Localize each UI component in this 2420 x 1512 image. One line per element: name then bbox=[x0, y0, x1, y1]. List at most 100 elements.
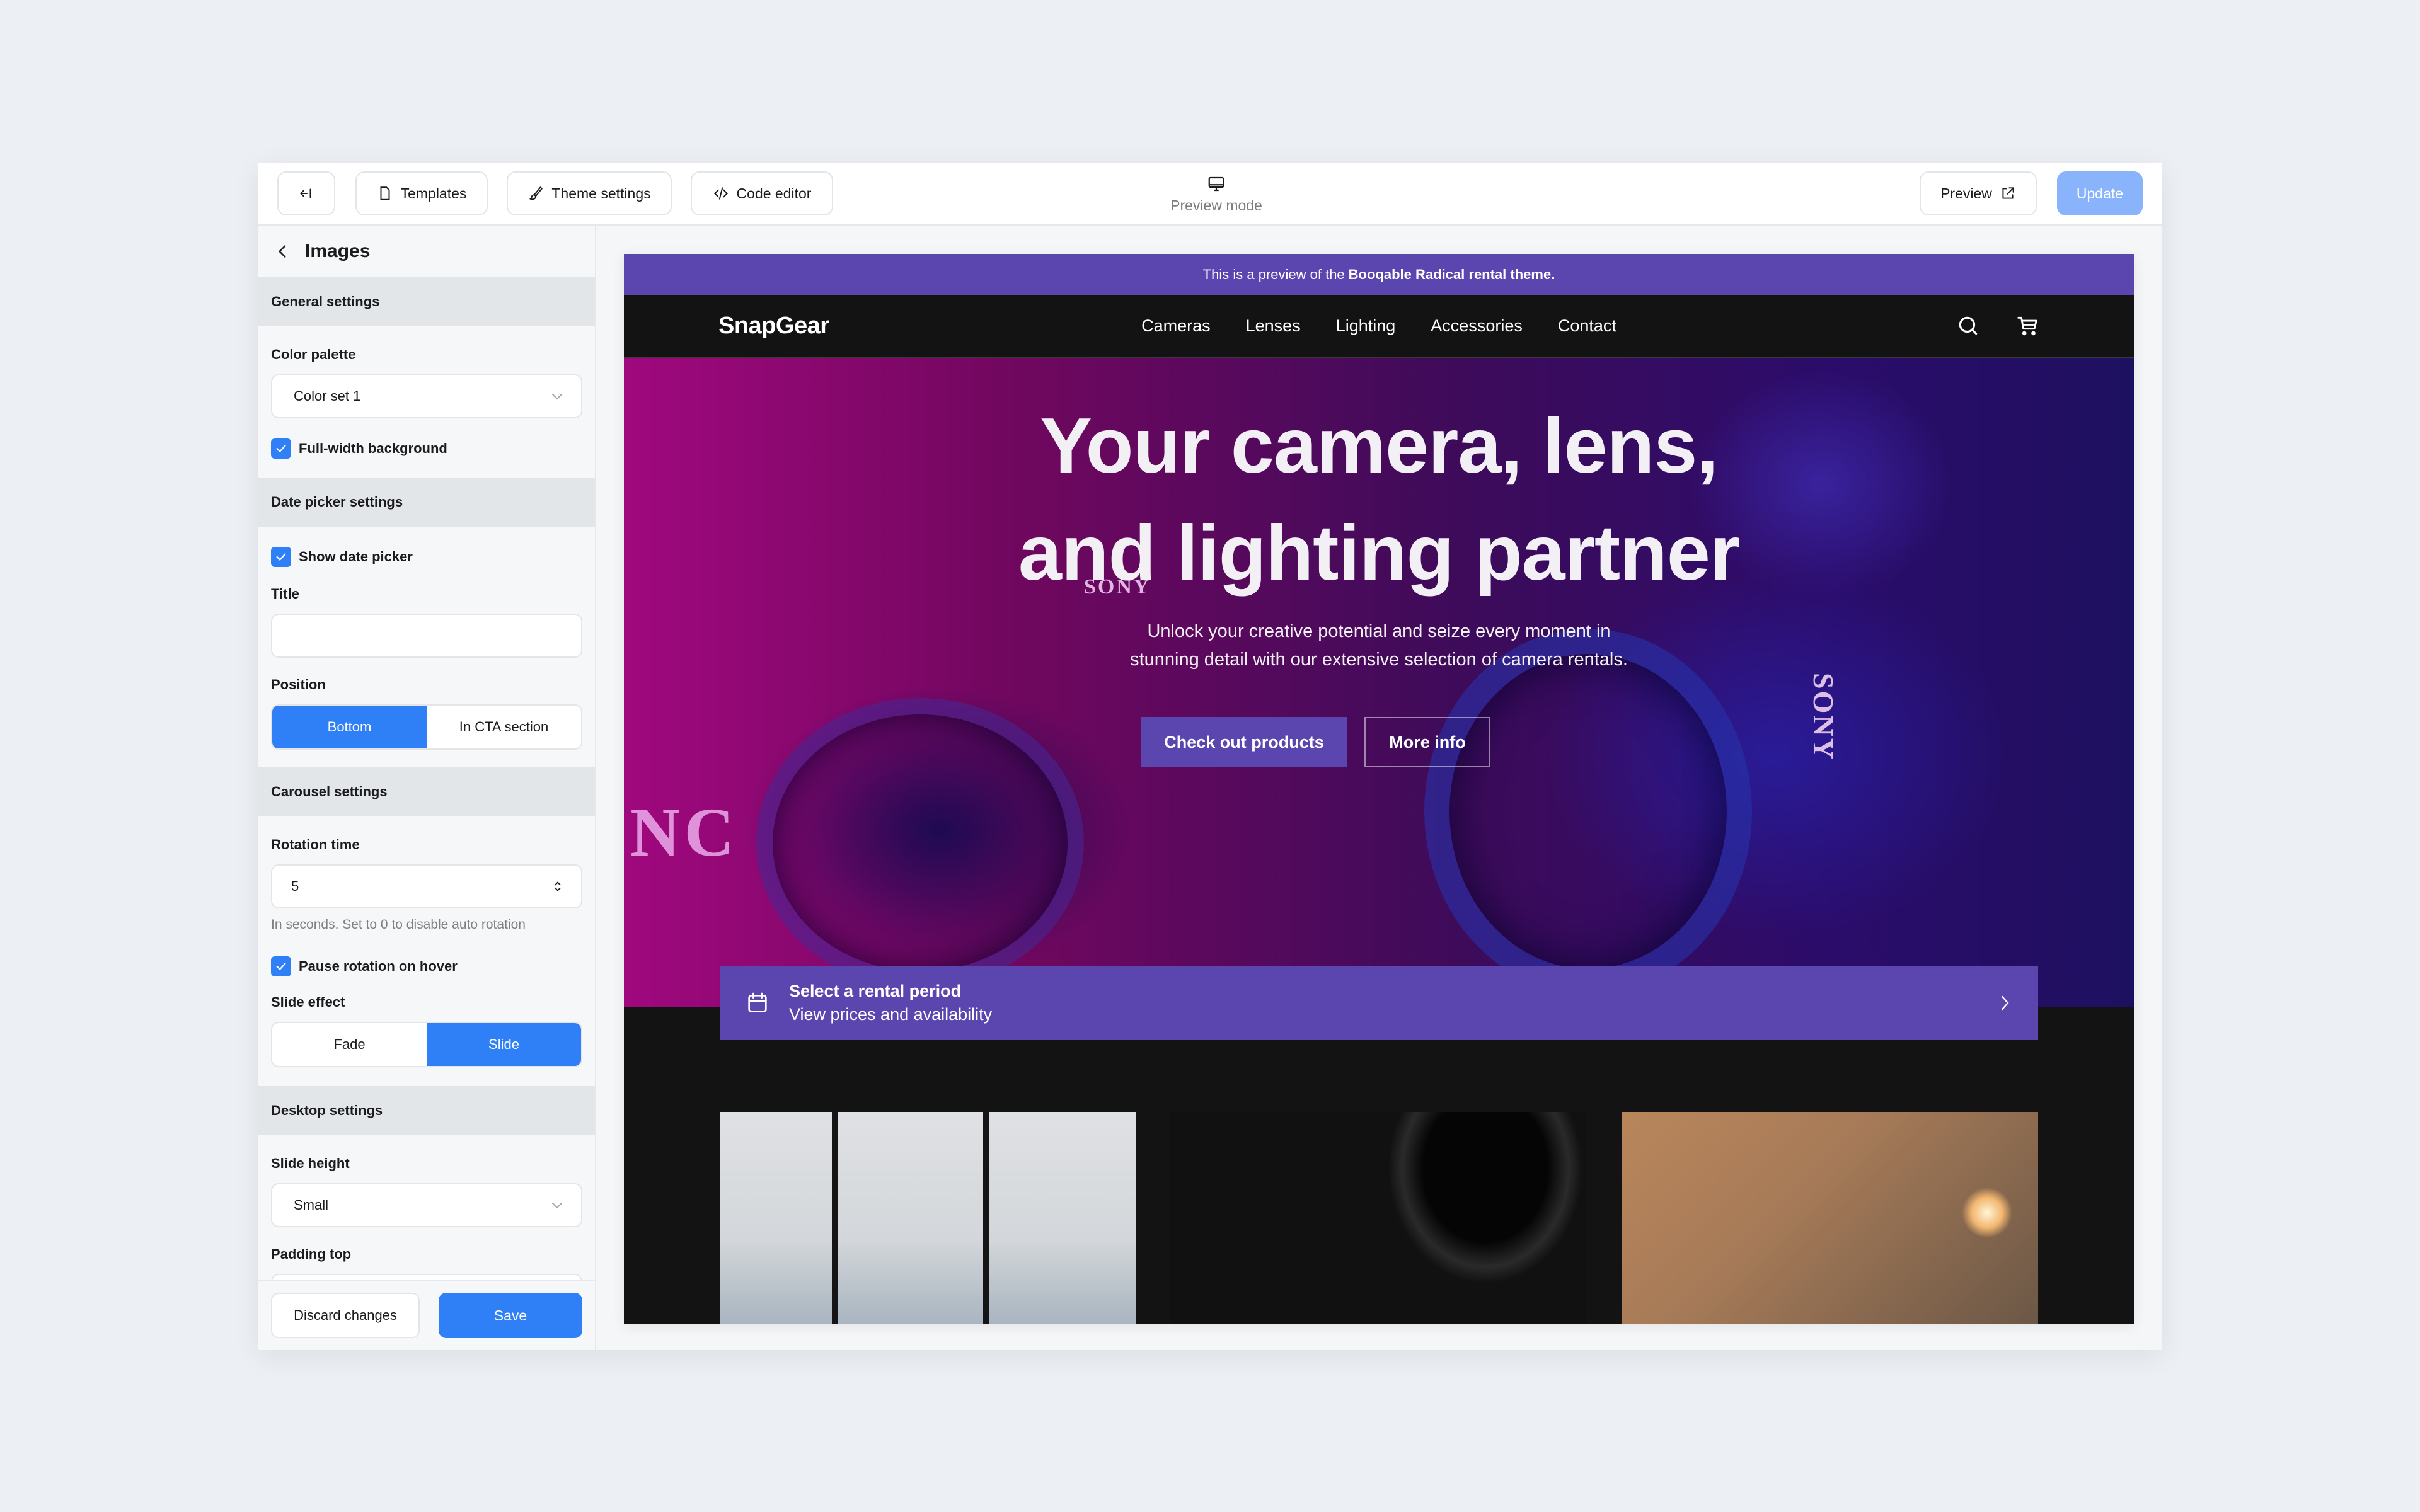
top-toolbar: Templates Theme settings Code editor Pre… bbox=[258, 163, 2162, 226]
pause-rotation-label: Pause rotation on hover bbox=[299, 958, 458, 974]
brush-icon bbox=[529, 186, 543, 200]
file-icon bbox=[380, 186, 390, 200]
sidebar-title: Images bbox=[305, 241, 371, 261]
site-nav: Cameras Lenses Lighting Accessories Cont… bbox=[624, 316, 2134, 336]
save-button[interactable]: Save bbox=[439, 1293, 582, 1338]
chevron-right-icon bbox=[2002, 995, 2009, 1011]
hero-section: NC SONY SONY Your camera, lens, and ligh… bbox=[624, 358, 2134, 1007]
hero-title-line-1: Your camera, lens, bbox=[1040, 403, 1719, 490]
show-date-picker-label: Show date picker bbox=[299, 549, 413, 564]
hero-subtitle-line-1: Unlock your creative potential and seize… bbox=[1147, 621, 1611, 641]
position-option-bottom[interactable]: Bottom bbox=[272, 706, 427, 748]
rental-period-selector[interactable]: Select a rental period View prices and a… bbox=[720, 966, 2038, 1040]
padding-top-label: Padding top bbox=[271, 1246, 352, 1262]
rotation-time-label: Rotation time bbox=[271, 837, 360, 852]
slide-height-select[interactable]: Small bbox=[271, 1183, 582, 1227]
rental-period-subtitle: View prices and availability bbox=[789, 1005, 993, 1024]
slide-effect-segmented-control: Fade Slide bbox=[271, 1022, 582, 1067]
theme-settings-button[interactable]: Theme settings bbox=[507, 171, 672, 215]
settings-scroll-area[interactable]: Images General settings Color palette Co… bbox=[258, 226, 595, 1280]
code-editor-button[interactable]: Code editor bbox=[691, 171, 833, 215]
hero-buttons: Check out products More info bbox=[624, 717, 2134, 767]
number-stepper-icon[interactable] bbox=[551, 879, 565, 893]
title-label: Title bbox=[271, 586, 299, 602]
slide-effect-label: Slide effect bbox=[271, 994, 345, 1010]
nav-item-contact[interactable]: Contact bbox=[1558, 316, 1616, 336]
gallery-image-cameras[interactable] bbox=[720, 1112, 1137, 1324]
external-link-icon bbox=[2002, 187, 2014, 199]
preview-button[interactable]: Preview bbox=[1920, 171, 2037, 215]
color-palette-select[interactable]: Color set 1 bbox=[271, 374, 582, 418]
site-preview-frame: This is a preview of the Booqable Radica… bbox=[624, 254, 2134, 1324]
section-date-picker-settings: Date picker settings bbox=[258, 478, 595, 527]
nav-item-lighting[interactable]: Lighting bbox=[1336, 316, 1396, 336]
rental-period-title: Select a rental period bbox=[789, 982, 962, 1000]
rotation-time-input[interactable]: 5 bbox=[271, 864, 582, 908]
code-editor-label: Code editor bbox=[736, 185, 812, 202]
section-carousel-settings: Carousel settings bbox=[258, 767, 595, 816]
chevron-down-icon bbox=[552, 1203, 562, 1209]
search-icon[interactable] bbox=[1956, 314, 1980, 338]
gallery-image-lenses[interactable] bbox=[1170, 1112, 1587, 1324]
show-date-picker-checkbox[interactable] bbox=[271, 547, 291, 567]
slide-effect-option-slide[interactable]: Slide bbox=[427, 1023, 581, 1066]
slide-height-value: Small bbox=[294, 1197, 329, 1213]
discard-changes-button[interactable]: Discard changes bbox=[271, 1293, 420, 1338]
collapse-left-icon bbox=[299, 188, 311, 198]
rotation-time-value: 5 bbox=[291, 878, 299, 894]
hero-subtitle: Unlock your creative potential and seize… bbox=[624, 617, 2134, 674]
chevron-left-icon[interactable] bbox=[275, 243, 291, 260]
hero-subtitle-line-2: stunning detail with our extensive selec… bbox=[1130, 650, 1628, 670]
code-icon bbox=[713, 187, 728, 200]
gallery-image-lighting[interactable] bbox=[1621, 1112, 2038, 1324]
check-icon bbox=[276, 445, 286, 453]
color-palette-label: Color palette bbox=[271, 346, 356, 362]
nav-item-accessories[interactable]: Accessories bbox=[1431, 316, 1523, 336]
rental-period-text: Select a rental period View prices and a… bbox=[789, 982, 992, 1024]
hero-photo-lens-right bbox=[1424, 629, 1752, 994]
category-gallery bbox=[720, 1112, 2038, 1324]
pause-rotation-option[interactable]: Pause rotation on hover bbox=[271, 956, 582, 976]
check-icon bbox=[276, 553, 286, 561]
slide-effect-option-fade[interactable]: Fade bbox=[272, 1023, 427, 1066]
update-button[interactable]: Update bbox=[2057, 171, 2143, 215]
preview-label: Preview bbox=[1940, 185, 1992, 202]
full-width-label: Full-width background bbox=[299, 440, 447, 456]
sidebar-header: Images bbox=[258, 226, 595, 277]
collapse-sidebar-button[interactable] bbox=[277, 171, 335, 215]
banner-theme-name: Booqable Radical rental theme. bbox=[1348, 266, 1555, 282]
theme-editor-window: Templates Theme settings Code editor Pre… bbox=[258, 163, 2162, 1350]
chevron-down-icon bbox=[552, 394, 562, 400]
theme-settings-label: Theme settings bbox=[551, 185, 651, 202]
padding-top-select[interactable]: Medium bbox=[271, 1274, 582, 1280]
check-icon bbox=[276, 963, 286, 971]
hero-title-line-2: and lighting partner bbox=[1018, 510, 1740, 597]
color-palette-value: Color set 1 bbox=[294, 388, 361, 404]
more-info-button[interactable]: More info bbox=[1364, 717, 1490, 767]
nav-item-lenses[interactable]: Lenses bbox=[1246, 316, 1301, 336]
title-input[interactable] bbox=[271, 614, 582, 658]
cart-icon[interactable] bbox=[2015, 314, 2039, 338]
nav-item-cameras[interactable]: Cameras bbox=[1141, 316, 1211, 336]
check-out-products-button[interactable]: Check out products bbox=[1141, 717, 1347, 767]
pause-rotation-checkbox[interactable] bbox=[271, 956, 291, 976]
templates-button[interactable]: Templates bbox=[355, 171, 488, 215]
desktop-icon bbox=[1208, 176, 1224, 191]
templates-label: Templates bbox=[400, 185, 467, 202]
sidebar-footer: Discard changes Save bbox=[258, 1280, 595, 1350]
full-width-background-option[interactable]: Full-width background bbox=[271, 438, 582, 459]
position-option-cta-section[interactable]: In CTA section bbox=[427, 706, 581, 748]
rotation-time-help: In seconds. Set to 0 to disable auto rot… bbox=[271, 917, 526, 932]
show-date-picker-option[interactable]: Show date picker bbox=[271, 547, 582, 567]
slide-height-label: Slide height bbox=[271, 1155, 350, 1171]
site-header-icons bbox=[1956, 314, 2039, 338]
full-width-checkbox[interactable] bbox=[271, 438, 291, 459]
banner-text: This is a preview of the bbox=[1202, 266, 1345, 282]
settings-sidebar: Images General settings Color palette Co… bbox=[258, 226, 596, 1350]
position-segmented-control: Bottom In CTA section bbox=[271, 704, 582, 750]
preview-banner: This is a preview of the Booqable Radica… bbox=[624, 254, 2134, 295]
section-desktop-settings: Desktop settings bbox=[258, 1086, 595, 1135]
preview-mode-toggle[interactable]: Preview mode bbox=[1134, 169, 1298, 219]
position-label: Position bbox=[271, 677, 326, 692]
preview-mode-label: Preview mode bbox=[1170, 197, 1262, 214]
